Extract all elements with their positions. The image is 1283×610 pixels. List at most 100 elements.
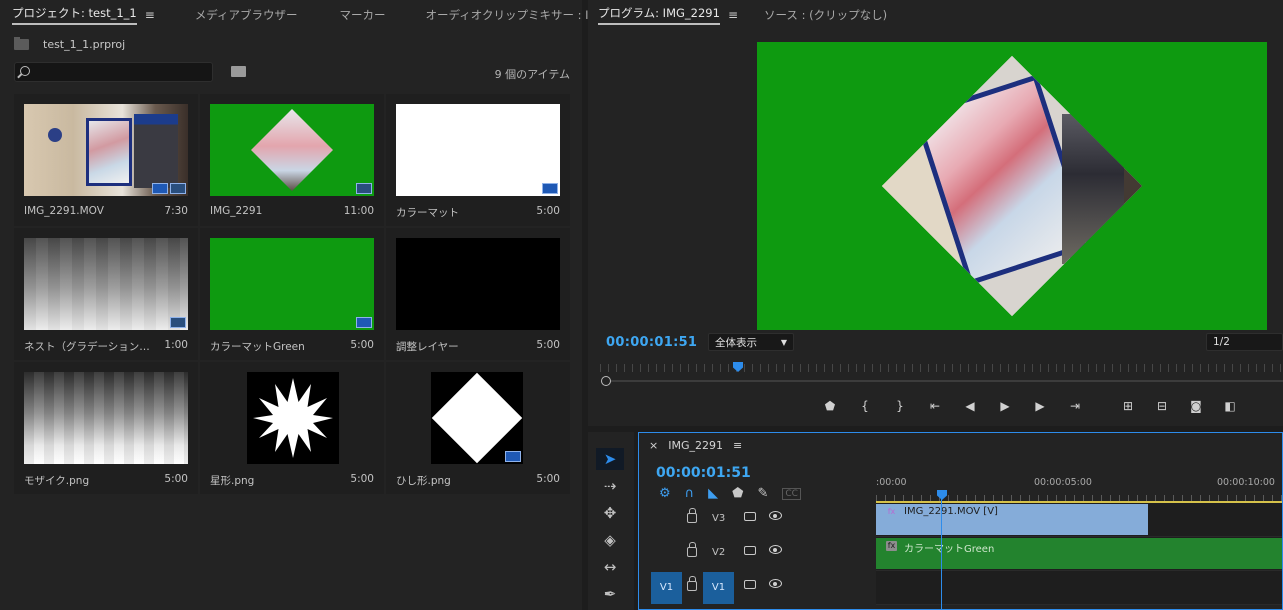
- ruler-label: 00:00:05:00: [1034, 477, 1092, 488]
- sign-graphic: [48, 128, 62, 142]
- project-item[interactable]: モザイク.png 5:00: [14, 362, 198, 494]
- scrollbar-handle[interactable]: [601, 376, 611, 386]
- timeline-clip[interactable]: fx IMG_2291.MOV [V]: [876, 504, 1148, 535]
- clip-name: カラーマットGreen: [904, 544, 995, 555]
- item-thumbnail[interactable]: [24, 238, 188, 330]
- item-thumbnail[interactable]: [24, 372, 188, 464]
- eye-icon[interactable]: [769, 579, 782, 588]
- nest-toggle-icon[interactable]: ⚙: [659, 486, 671, 501]
- project-item[interactable]: IMG_2291 11:00: [200, 94, 384, 226]
- timeline-tab[interactable]: × IMG_2291 ≡: [649, 439, 742, 452]
- snap-icon[interactable]: ∩: [685, 486, 695, 501]
- pen-icon[interactable]: ✒: [596, 583, 624, 605]
- timeline-timecode[interactable]: 00:00:01:51: [656, 465, 751, 481]
- zoom-scrollbar[interactable]: [606, 380, 1283, 382]
- lock-icon[interactable]: [687, 542, 697, 557]
- program-viewer[interactable]: [757, 42, 1267, 330]
- folder-icon: [14, 37, 29, 50]
- video-badge-icon: [356, 317, 372, 328]
- track-label[interactable]: V3: [712, 513, 725, 524]
- step-forward-icon[interactable]: ▶: [1028, 397, 1052, 415]
- go-to-in-icon[interactable]: ⇤: [923, 397, 947, 415]
- item-thumbnail[interactable]: [396, 238, 560, 330]
- sync-lock-icon[interactable]: [744, 512, 756, 521]
- project-path: test_1_1.prproj: [14, 37, 125, 51]
- project-item[interactable]: 調整レイヤー 5:00: [386, 228, 570, 360]
- captions-icon[interactable]: CC: [782, 488, 801, 500]
- play-icon[interactable]: ▶: [993, 397, 1017, 415]
- project-item[interactable]: IMG_2291.MOV 7:30: [14, 94, 198, 226]
- item-duration: 5:00: [536, 205, 560, 217]
- project-item[interactable]: 星形.png 5:00: [200, 362, 384, 494]
- project-item[interactable]: ひし形.png 5:00: [386, 362, 570, 494]
- export-frame-icon[interactable]: ◙: [1184, 397, 1208, 415]
- add-marker-icon[interactable]: ⬟: [732, 486, 743, 501]
- item-thumbnail[interactable]: [396, 104, 560, 196]
- tab-project[interactable]: プロジェクト: test_1_1 ≡: [0, 0, 167, 30]
- track-target-v1[interactable]: V1: [703, 572, 734, 604]
- track-select-forward-icon[interactable]: ⇢: [596, 475, 624, 497]
- item-thumbnail[interactable]: [247, 372, 339, 464]
- track-label[interactable]: V2: [712, 547, 725, 558]
- sync-lock-icon[interactable]: [744, 580, 756, 589]
- video-frame-content: [881, 55, 1143, 317]
- panel-menu-icon[interactable]: ≡: [145, 8, 155, 22]
- timeline-ruler-labels: :00:00 00:00:05:00 00:00:10:00: [876, 477, 1282, 491]
- razor-icon[interactable]: ◈: [596, 529, 624, 551]
- zoom-level-select[interactable]: 全体表示 ▼: [708, 333, 794, 351]
- item-thumbnail[interactable]: [24, 104, 188, 196]
- resolution-select[interactable]: 1/2: [1206, 333, 1283, 351]
- close-icon[interactable]: ×: [649, 439, 658, 452]
- go-to-out-icon[interactable]: ⇥: [1063, 397, 1087, 415]
- tab-program[interactable]: プログラム: IMG_2291 ≡: [588, 0, 750, 30]
- marker-icon[interactable]: ⬟: [818, 397, 842, 415]
- sync-lock-icon[interactable]: [744, 546, 756, 555]
- program-timecode[interactable]: 00:00:01:51: [606, 335, 697, 350]
- tab-media-browser[interactable]: メディアブラウザー: [167, 0, 310, 30]
- item-thumbnail[interactable]: [431, 372, 523, 464]
- tab-audio-clip-mixer[interactable]: オーディオクリップミキサー : IM: [398, 0, 611, 30]
- wrench-icon[interactable]: ✎: [757, 486, 768, 501]
- track-header: V2: [639, 537, 875, 571]
- project-item[interactable]: カラーマット 5:00: [386, 94, 570, 226]
- lift-icon[interactable]: ⊞: [1116, 397, 1140, 415]
- panel-menu-icon[interactable]: ≡: [733, 439, 742, 452]
- track-lane[interactable]: [876, 571, 1282, 605]
- compare-view-icon[interactable]: ◧: [1218, 397, 1242, 415]
- poster-graphic: [134, 114, 178, 188]
- lock-icon[interactable]: [687, 576, 697, 591]
- item-name: カラーマットGreen: [210, 341, 305, 353]
- video-frame-diamond: [881, 55, 1143, 317]
- time-ruler[interactable]: [600, 364, 1283, 372]
- eye-icon[interactable]: [769, 545, 782, 554]
- track-v1: V1 V1: [639, 571, 1282, 605]
- ripple-edit-icon[interactable]: ✥: [596, 502, 624, 524]
- track-lane[interactable]: fx カラーマットGreen: [876, 537, 1282, 571]
- lock-icon[interactable]: [687, 508, 697, 523]
- tab-markers[interactable]: マーカー: [310, 0, 398, 30]
- mark-out-icon[interactable]: }: [888, 397, 912, 415]
- slip-icon[interactable]: ↔: [596, 556, 624, 578]
- audio-badge-icon: [170, 183, 186, 194]
- project-items-grid: IMG_2291.MOV 7:30 IMG_2291 11:00 カラーマット …: [14, 94, 570, 494]
- item-thumbnail[interactable]: [210, 104, 374, 196]
- panel-menu-icon[interactable]: ≡: [728, 8, 738, 22]
- video-badge-icon: [505, 451, 521, 462]
- chevron-down-icon: ▼: [780, 337, 787, 347]
- linked-selection-icon[interactable]: ◣: [708, 486, 718, 501]
- item-thumbnail[interactable]: [210, 238, 374, 330]
- eye-icon[interactable]: [769, 511, 782, 520]
- mark-in-icon[interactable]: {: [853, 397, 877, 415]
- step-back-icon[interactable]: ◀: [958, 397, 982, 415]
- track-lane[interactable]: fx IMG_2291.MOV [V]: [876, 503, 1282, 537]
- tab-source[interactable]: ソース : (クリップなし): [750, 0, 899, 30]
- project-item[interactable]: ネスト（グラデーション… 1:00: [14, 228, 198, 360]
- new-search-bin-icon[interactable]: [231, 66, 246, 77]
- ruler-label: :00:00: [876, 477, 907, 488]
- extract-icon[interactable]: ⊟: [1150, 397, 1174, 415]
- selection-tool-icon[interactable]: ➤: [596, 448, 624, 470]
- timeline-clip[interactable]: fx カラーマットGreen: [876, 538, 1282, 569]
- source-patch-v1[interactable]: V1: [651, 572, 682, 604]
- search-input[interactable]: [14, 62, 213, 82]
- project-item[interactable]: カラーマットGreen 5:00: [200, 228, 384, 360]
